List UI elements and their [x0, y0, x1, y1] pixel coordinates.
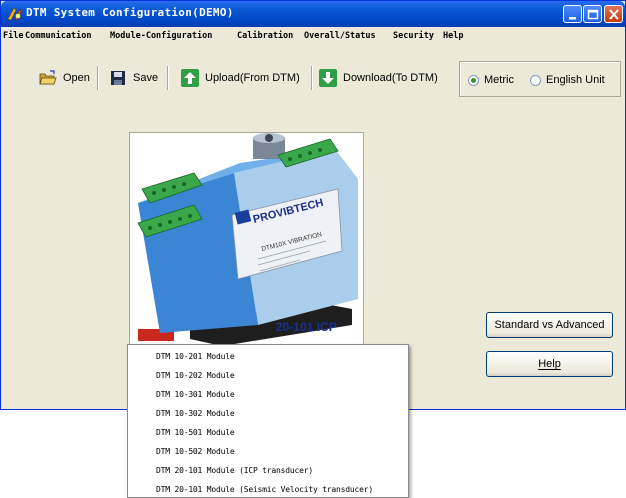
toolbar: Open Save Upload(From DTM) Download(To D…: [11, 56, 621, 106]
window-title: DTM System Configuration(DEMO): [26, 6, 234, 19]
open-folder-icon: [39, 70, 57, 85]
toolbar-separator: [97, 66, 99, 90]
open-label: Open: [63, 72, 90, 84]
module-dropdown-menu: DTM 10-201 Module DTM 10-202 Module DTM …: [127, 344, 409, 498]
menu-overall-status[interactable]: Overall/Status: [304, 31, 376, 41]
floppy-disk-icon: [111, 71, 125, 85]
menu-item-dtm-10-302[interactable]: DTM 10-302 Module: [156, 409, 235, 418]
menu-help[interactable]: Help: [443, 31, 463, 41]
product-image: PROVIBTECH DTM10X VIBRATION 20-101 ICP: [129, 132, 364, 345]
dtm-module-illustration: PROVIBTECH DTM10X VIBRATION: [137, 133, 358, 344]
open-button[interactable]: Open: [39, 66, 90, 90]
toolbar-separator: [311, 66, 313, 90]
unit-selector: Metric English Unit: [459, 61, 621, 97]
title-bar[interactable]: DTM System Configuration(DEMO): [1, 1, 625, 27]
menu-item-dtm-10-301[interactable]: DTM 10-301 Module: [156, 390, 235, 399]
maximize-icon: [587, 9, 599, 20]
download-label: Download(To DTM): [343, 72, 438, 84]
menu-module-configuration[interactable]: Module-Configuration: [110, 31, 212, 41]
save-label: Save: [133, 72, 159, 84]
menu-communication[interactable]: Communication: [25, 31, 92, 41]
metric-radio[interactable]: Metric: [468, 74, 514, 86]
menu-item-dtm-10-201[interactable]: DTM 10-201 Module: [156, 352, 235, 361]
metric-radio-dot[interactable]: [468, 74, 479, 86]
menu-file[interactable]: File: [3, 31, 23, 41]
english-unit-radio[interactable]: English Unit: [530, 74, 605, 86]
maximize-button[interactable]: [583, 5, 602, 23]
menu-item-dtm-10-501[interactable]: DTM 10-501 Module: [156, 428, 235, 437]
menu-item-dtm-10-202[interactable]: DTM 10-202 Module: [156, 371, 235, 380]
upload-button[interactable]: Upload(From DTM): [181, 66, 300, 90]
download-arrow-icon: [319, 69, 337, 87]
download-button[interactable]: Download(To DTM): [319, 66, 438, 90]
help-button[interactable]: Help: [486, 351, 613, 377]
upload-arrow-icon: [181, 69, 199, 87]
menu-bar: File Communication Module-Configuration …: [1, 28, 625, 46]
minimize-icon: [569, 17, 576, 20]
product-caption: 20-101 ICP: [276, 320, 337, 334]
toolbar-separator: [167, 66, 169, 90]
english-unit-label: English Unit: [546, 74, 605, 86]
metric-label: Metric: [484, 74, 514, 86]
close-icon: [609, 9, 619, 20]
menu-calibration[interactable]: Calibration: [237, 31, 293, 41]
close-button[interactable]: [604, 5, 623, 23]
save-button[interactable]: Save: [109, 66, 158, 90]
menu-security[interactable]: Security: [393, 31, 434, 41]
help-button-label: Help: [538, 358, 561, 370]
menu-item-dtm-10-502[interactable]: DTM 10-502 Module: [156, 447, 235, 456]
upload-label: Upload(From DTM): [205, 72, 300, 84]
english-unit-radio-dot[interactable]: [530, 74, 541, 86]
menu-item-dtm-20-101-icp[interactable]: DTM 20-101 Module (ICP transducer): [156, 466, 313, 475]
standard-vs-advanced-button[interactable]: Standard vs Advanced: [486, 312, 613, 338]
minimize-button[interactable]: [563, 5, 582, 23]
app-icon: [7, 7, 22, 21]
menu-item-dtm-20-101-seismic[interactable]: DTM 20-101 Module (Seismic Velocity tran…: [156, 485, 373, 494]
